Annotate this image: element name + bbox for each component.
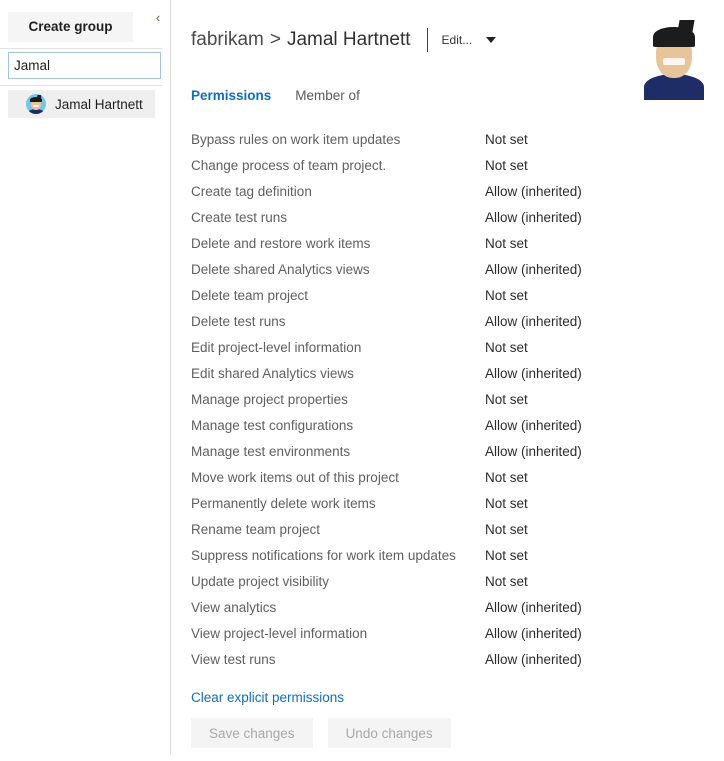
table-row[interactable]: Edit shared Analytics views Allow (inheri… (191, 360, 671, 386)
table-row[interactable]: Edit project-level information Not set (191, 334, 671, 360)
table-row[interactable]: View project-level information Allow (inh… (191, 620, 671, 646)
clear-explicit-permissions-link[interactable]: Clear explicit permissions (191, 690, 344, 705)
permission-value[interactable]: Allow (inherited) (485, 314, 582, 329)
identity-details-panel: fabrikam > Jamal Hartnett Edit... Permis… (171, 0, 724, 761)
tab-bar: Permissions Member of (191, 88, 384, 103)
undo-changes-button[interactable]: Undo changes (327, 718, 451, 748)
chevron-left-icon[interactable]: ‹ (150, 10, 166, 26)
table-row[interactable]: Manage test configurations Allow (inherit… (191, 412, 671, 438)
table-row[interactable]: Permanently delete work items Not set (191, 490, 671, 516)
identity-list: Jamal Hartnett (0, 90, 163, 118)
permission-value[interactable]: Allow (inherited) (485, 652, 582, 667)
permission-value[interactable]: Not set (485, 548, 528, 563)
breadcrumb: fabrikam > Jamal Hartnett Edit... (191, 28, 497, 52)
permission-name: Move work items out of this project (191, 469, 399, 485)
permission-name: Rename team project (191, 521, 321, 537)
permission-value[interactable]: Not set (485, 574, 528, 589)
edit-menu-label[interactable]: Edit... (442, 33, 473, 47)
table-row[interactable]: Delete and restore work items Not set (191, 230, 671, 256)
permission-value[interactable]: Not set (485, 288, 528, 303)
table-row[interactable]: Manage project properties Not set (191, 386, 671, 412)
permission-value[interactable]: Not set (485, 470, 528, 485)
sidebar-divider-bottom (0, 85, 163, 86)
permission-value[interactable]: Not set (485, 236, 528, 251)
permission-value[interactable]: Not set (485, 522, 528, 537)
permission-name: Suppress notifications for work item upd… (191, 547, 456, 563)
permission-value[interactable]: Allow (inherited) (485, 418, 582, 433)
avatar (638, 18, 710, 100)
permission-name: Manage project properties (191, 391, 348, 407)
permission-value[interactable]: Not set (485, 392, 528, 407)
table-row[interactable]: Delete test runs Allow (inherited) (191, 308, 671, 334)
table-row[interactable]: Suppress notifications for work item upd… (191, 542, 671, 568)
list-item-label: Jamal Hartnett (55, 96, 143, 112)
permission-value[interactable]: Allow (inherited) (485, 366, 582, 381)
table-row[interactable]: Bypass rules on work item updates Not set (191, 126, 671, 152)
permission-name: Manage test environments (191, 443, 351, 459)
permission-name: Delete team project (191, 287, 309, 303)
footer-actions: Save changes Undo changes (191, 718, 451, 748)
tab-member-of[interactable]: Member of (295, 88, 360, 103)
avatar (26, 94, 46, 114)
permission-name: Manage test configurations (191, 417, 354, 433)
page-title: Jamal Hartnett (286, 29, 411, 50)
permission-value[interactable]: Not set (485, 158, 528, 173)
permission-name: Change process of team project. (191, 157, 387, 173)
table-row[interactable]: Update project visibility Not set (191, 568, 671, 594)
create-group-button[interactable]: Create group (8, 12, 133, 42)
permission-value[interactable]: Allow (inherited) (485, 262, 582, 277)
permission-name: Edit project-level information (191, 339, 362, 355)
permission-value[interactable]: Not set (485, 496, 528, 511)
table-row[interactable]: Rename team project Not set (191, 516, 671, 542)
table-row[interactable]: Create test runs Allow (inherited) (191, 204, 671, 230)
permission-name: Update project visibility (191, 573, 330, 589)
permission-name: View analytics (191, 599, 277, 615)
breadcrumb-separator: > (269, 29, 281, 50)
permission-value[interactable]: Allow (inherited) (485, 626, 582, 641)
permission-name: Permanently delete work items (191, 495, 376, 511)
chevron-down-icon[interactable] (486, 37, 497, 43)
permission-name: Delete shared Analytics views (191, 261, 370, 277)
permission-name: Bypass rules on work item updates (191, 131, 401, 147)
table-row[interactable]: View test runs Allow (inherited) (191, 646, 671, 672)
permission-name: View project-level information (191, 625, 368, 641)
permission-value[interactable]: Allow (inherited) (485, 210, 582, 225)
permission-value[interactable]: Allow (inherited) (485, 600, 582, 615)
sidebar-divider-top (0, 48, 163, 49)
permission-name: View test runs (191, 651, 276, 667)
list-item[interactable]: Jamal Hartnett (8, 90, 155, 118)
permission-value[interactable]: Allow (inherited) (485, 184, 582, 199)
save-changes-button[interactable]: Save changes (191, 718, 313, 748)
table-row[interactable]: Delete team project Not set (191, 282, 671, 308)
permission-value[interactable]: Not set (485, 340, 528, 355)
permission-name: Edit shared Analytics views (191, 365, 354, 381)
table-row[interactable]: Delete shared Analytics views Allow (inhe… (191, 256, 671, 282)
edit-menu-divider (426, 28, 428, 52)
permission-name: Delete test runs (191, 313, 286, 329)
permission-name: Delete and restore work items (191, 235, 371, 251)
permission-name: Create tag definition (191, 183, 312, 199)
table-row[interactable]: View analytics Allow (inherited) (191, 594, 671, 620)
table-row[interactable]: Create tag definition Allow (inherited) (191, 178, 671, 204)
breadcrumb-org[interactable]: fabrikam (191, 29, 264, 51)
search-input[interactable] (8, 52, 161, 79)
table-row[interactable]: Move work items out of this project Not s… (191, 464, 671, 490)
permission-value[interactable]: Not set (485, 132, 528, 147)
identity-sidebar: Create group ‹ Jamal Hartnett (0, 0, 170, 761)
permission-value[interactable]: Allow (inherited) (485, 444, 582, 459)
permission-name: Create test runs (191, 209, 288, 225)
table-row[interactable]: Manage test environments Allow (inherited… (191, 438, 671, 464)
table-row[interactable]: Change process of team project. Not set (191, 152, 671, 178)
permissions-table: Bypass rules on work item updates Not set… (191, 126, 671, 672)
tab-permissions[interactable]: Permissions (191, 88, 271, 103)
